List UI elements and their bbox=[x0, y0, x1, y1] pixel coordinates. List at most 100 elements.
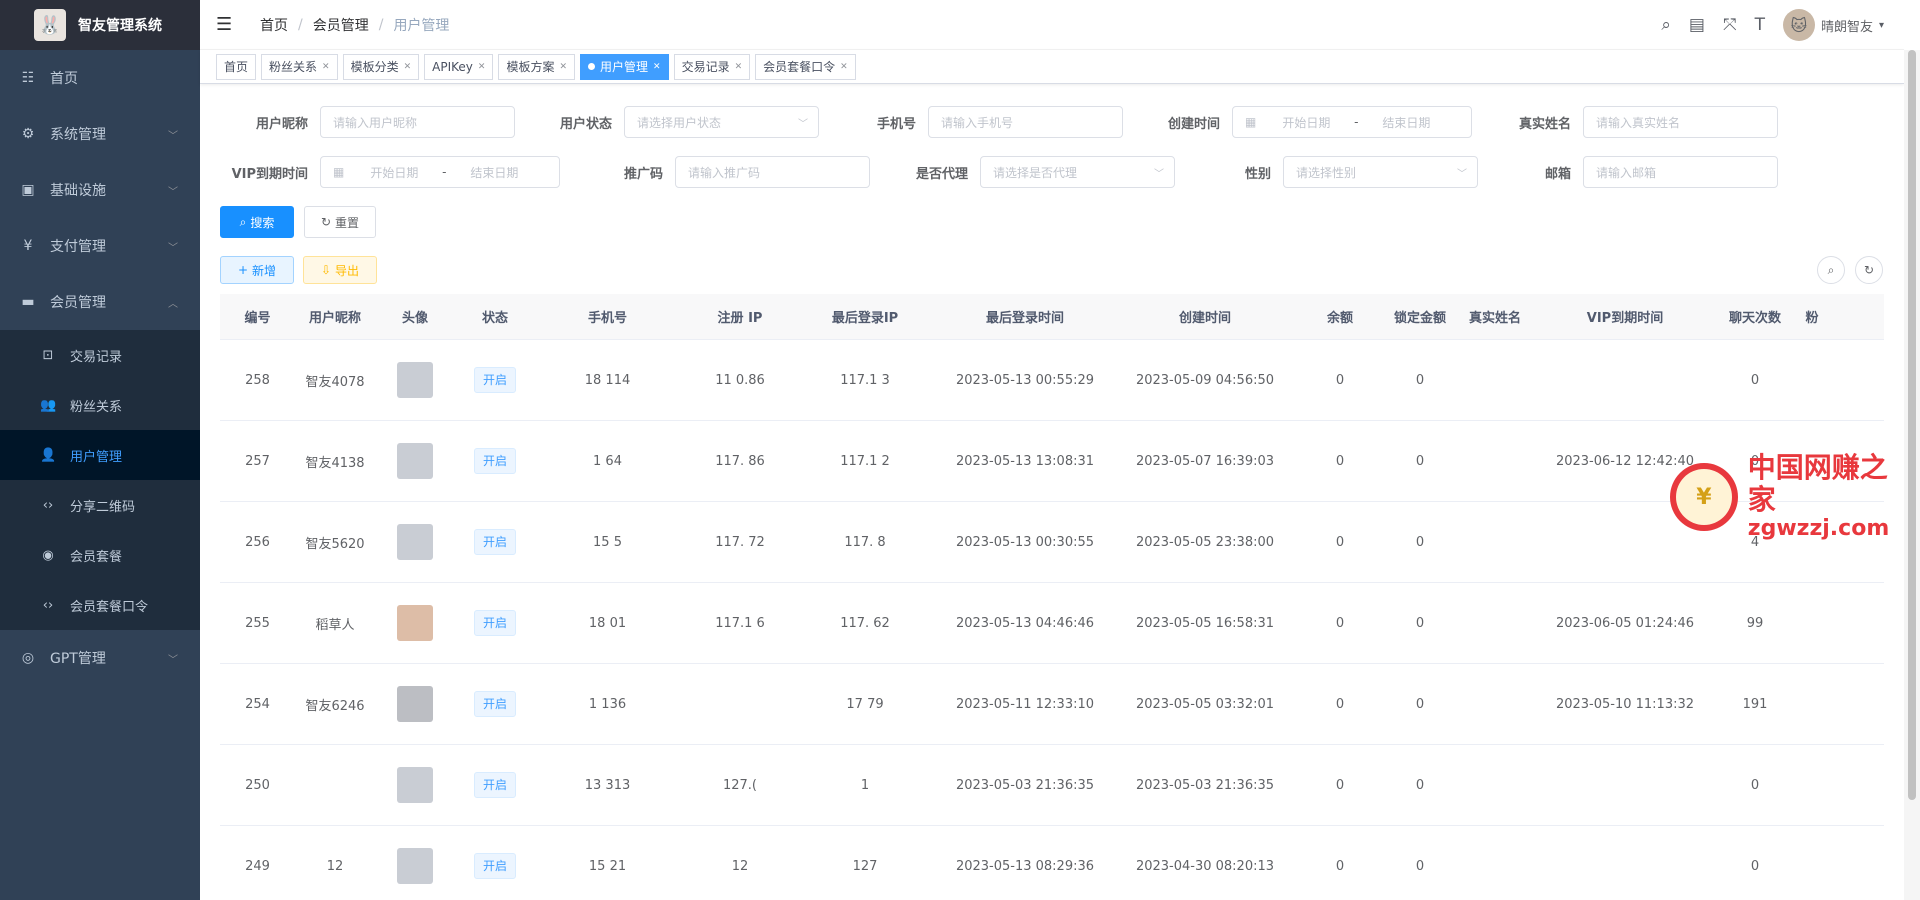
sidebar-item-users[interactable]: 👤 用户管理 bbox=[0, 430, 200, 480]
status-cell: 开启 bbox=[455, 853, 535, 879]
avatar[interactable] bbox=[397, 524, 433, 560]
close-icon[interactable]: ✕ bbox=[840, 55, 848, 79]
sidebar-item-home[interactable]: ☷ 首页 bbox=[0, 50, 200, 106]
created-date-range[interactable]: ▦ 开始日期 - 结束日期 bbox=[1232, 106, 1472, 138]
sidebar-item-fans[interactable]: 👥 粉丝关系 bbox=[0, 380, 200, 430]
tag-fans[interactable]: 粉丝关系 ✕ bbox=[261, 53, 338, 80]
vip-end[interactable]: 结束日期 bbox=[454, 164, 534, 181]
search-icon[interactable]: ⌕ bbox=[1661, 15, 1671, 35]
sidebar-item-payment[interactable]: ¥ 支付管理 ﹀ bbox=[0, 218, 200, 274]
avatar[interactable]: 🐱 bbox=[1782, 9, 1815, 41]
created-end[interactable]: 结束日期 bbox=[1366, 114, 1446, 131]
vip-expire-date-range[interactable]: ▦ 开始日期 - 结束日期 bbox=[320, 156, 560, 188]
table-row[interactable]: 255 稻草人 开启 18 01 117.1 6 117. 62 2023-05-13 04… bbox=[220, 583, 1884, 664]
page-scrollbar[interactable] bbox=[1904, 50, 1920, 900]
avatar[interactable] bbox=[397, 686, 433, 722]
sidebar-item-infra[interactable]: ▣ 基础设施 ﹀ bbox=[0, 162, 200, 218]
export-button[interactable]: ⇩ 导出 bbox=[303, 256, 377, 284]
user-name[interactable]: 晴朗智友 bbox=[1821, 16, 1873, 35]
sidebar-item-label: 系统管理 bbox=[50, 127, 106, 143]
avatar[interactable] bbox=[397, 443, 433, 479]
chevron-down-icon: ﹀ bbox=[168, 130, 178, 142]
refresh-button[interactable]: ↻ bbox=[1855, 256, 1883, 284]
watermark-text: 中国网赚之家 bbox=[1747, 451, 1888, 516]
avatar[interactable] bbox=[397, 848, 433, 884]
tag-users[interactable]: 用户管理 ✕ bbox=[580, 53, 669, 80]
status-badge[interactable]: 开启 bbox=[473, 610, 516, 636]
table-row[interactable]: 254 智友6246 开启 1 136 17 79 2023-05-11 12:33:1… bbox=[220, 664, 1884, 745]
close-icon[interactable]: ✕ bbox=[735, 55, 743, 79]
close-icon[interactable]: ✕ bbox=[478, 55, 486, 79]
tag-template-category[interactable]: 模板分类 ✕ bbox=[342, 53, 420, 80]
status-badge[interactable]: 开启 bbox=[473, 853, 516, 879]
close-icon[interactable]: ✕ bbox=[404, 55, 412, 79]
gender-select[interactable]: 请选择性别 ﹀ bbox=[1283, 156, 1478, 188]
avatar[interactable] bbox=[397, 362, 433, 398]
vip-start[interactable]: 开始日期 bbox=[354, 164, 434, 181]
promo-input[interactable]: 请输入推广码 bbox=[675, 156, 870, 188]
cell-balance: 0 bbox=[1335, 777, 1345, 793]
nickname-input[interactable]: 请输入用户昵称 bbox=[320, 106, 515, 138]
tag-apikey[interactable]: APIKey ✕ bbox=[424, 53, 494, 80]
table-row[interactable]: 258 智友4078 开启 18 114 11 0.86 117.1 3 2023-05-1… bbox=[220, 340, 1884, 421]
table-row[interactable]: 250 开启 13 313 127.(1 2023-05-03 21:36:35 2023… bbox=[220, 745, 1884, 826]
add-button[interactable]: + 新增 bbox=[220, 256, 294, 284]
sidebar-item-system[interactable]: ⚙ 系统管理 ﹀ bbox=[0, 106, 200, 162]
sidebar-logo[interactable]: 🐰 智友管理系统 bbox=[0, 0, 200, 50]
tag-transactions[interactable]: 交易记录 ✕ bbox=[673, 53, 751, 80]
sidebar-item-transactions[interactable]: ⊡ 交易记录 bbox=[0, 330, 200, 380]
table-row[interactable]: 249 12 开启 15 21 12 127 2023-05-13 08:29:36 2023… bbox=[220, 826, 1884, 900]
table-row[interactable]: 257 智友4138 开启 1 64 117. 86 117.1 2 2023-05-13 … bbox=[220, 421, 1884, 502]
realname-input[interactable]: 请输入真实姓名 bbox=[1583, 106, 1778, 138]
sidebar-item-qrcode[interactable]: ‹› 分享二维码 bbox=[0, 480, 200, 530]
tag-label: 用户管理 bbox=[600, 59, 649, 74]
cell-chats: 191 bbox=[1742, 696, 1768, 712]
email-input[interactable]: 请输入邮箱 bbox=[1583, 156, 1778, 188]
sidebar-item-gpt[interactable]: ◎ GPT管理 ﹀ bbox=[0, 630, 200, 686]
status-badge[interactable]: 开启 bbox=[473, 367, 516, 393]
sidebar-item-package-codes[interactable]: ‹› 会员套餐口令 bbox=[0, 580, 200, 630]
cell-last_login: 2023-05-03 21:36:35 bbox=[955, 777, 1095, 793]
cell-phone: 18 01 bbox=[588, 615, 627, 631]
breadcrumb-home[interactable]: 首页 bbox=[260, 15, 288, 35]
cell-last_login: 2023-05-13 08:29:36 bbox=[955, 858, 1095, 874]
sidebar-item-packages[interactable]: ◉ 会员套餐 bbox=[0, 530, 200, 580]
code-icon: ‹› bbox=[42, 497, 54, 513]
font-size-icon[interactable]: T bbox=[1755, 15, 1765, 35]
cell-last_ip: 117.1 2 bbox=[840, 453, 890, 469]
search-button[interactable]: ⌕ 搜索 bbox=[220, 206, 294, 238]
tag-template-plan[interactable]: 模板方案 ✕ bbox=[498, 53, 575, 80]
close-icon[interactable]: ✕ bbox=[559, 55, 567, 79]
status-select[interactable]: 请选择用户状态 ﹀ bbox=[624, 106, 819, 138]
reset-button-label: 重置 bbox=[335, 215, 360, 230]
status-badge[interactable]: 开启 bbox=[473, 691, 516, 717]
status-cell: 开启 bbox=[455, 610, 535, 636]
range-separator: - bbox=[1354, 115, 1359, 129]
sidebar-item-member[interactable]: ▬ 会员管理 ︿ bbox=[0, 274, 200, 330]
agent-select[interactable]: 请选择是否代理 ﹀ bbox=[980, 156, 1175, 188]
avatar[interactable] bbox=[397, 605, 433, 641]
status-badge[interactable]: 开启 bbox=[473, 772, 516, 798]
avatar[interactable] bbox=[397, 767, 433, 803]
close-icon[interactable]: ✕ bbox=[322, 55, 330, 79]
chevron-up-icon: ︿ bbox=[168, 298, 178, 310]
message-icon[interactable]: ▤ bbox=[1689, 15, 1705, 35]
tag-home[interactable]: 首页 bbox=[216, 53, 257, 80]
toggle-search-button[interactable]: ⌕ bbox=[1817, 256, 1845, 284]
fullscreen-icon[interactable]: ⤧ bbox=[1723, 15, 1737, 35]
close-icon[interactable]: ✕ bbox=[653, 55, 661, 79]
caret-down-icon[interactable]: ▾ bbox=[1879, 20, 1884, 31]
status-badge[interactable]: 开启 bbox=[473, 529, 516, 555]
download-icon: ⇩ bbox=[320, 263, 332, 277]
table-row[interactable]: 256 智友5620 开启 15 5 117. 72 117. 8 2023-05-13 0… bbox=[220, 502, 1884, 583]
reset-button[interactable]: ↻ 重置 bbox=[304, 206, 376, 238]
hamburger-icon[interactable]: ☰ bbox=[216, 14, 236, 35]
phone-input[interactable]: 请输入手机号 bbox=[928, 106, 1123, 138]
created-start[interactable]: 开始日期 bbox=[1266, 114, 1346, 131]
scrollbar-thumb[interactable] bbox=[1908, 50, 1916, 800]
column-header: VIP到期时间 bbox=[1586, 311, 1664, 326]
status-badge[interactable]: 开启 bbox=[473, 448, 516, 474]
status-cell: 开启 bbox=[455, 529, 535, 555]
tag-package-codes[interactable]: 会员套餐口令 ✕ bbox=[755, 53, 856, 80]
column-header: 余额 bbox=[1326, 311, 1353, 326]
